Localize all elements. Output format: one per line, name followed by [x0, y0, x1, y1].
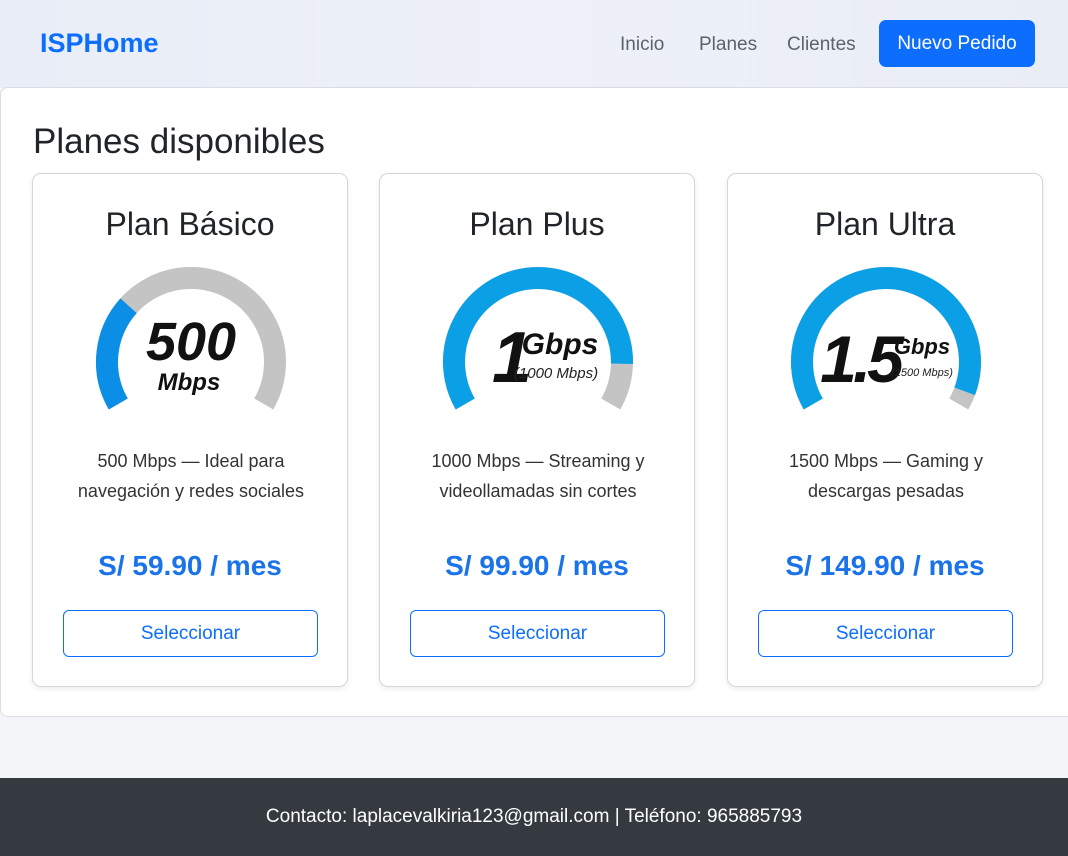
- gauge-speed-unit: Gbps: [522, 328, 599, 361]
- footer: Contacto: laplacevalkiria123@gmail.com |…: [0, 778, 1068, 856]
- gauge-speed-value: 500: [146, 312, 236, 372]
- gauge-speed-subtext: (1000 Mbps): [514, 365, 598, 382]
- plan-title: Plan Ultra: [814, 206, 956, 242]
- select-plan-button[interactable]: Seleccionar: [758, 610, 1013, 657]
- plan-description: 500 Mbps — Ideal para navegación y redes…: [77, 451, 305, 501]
- gauge-speed-subtext: (1500 Mbps): [891, 367, 953, 379]
- navbar: ISPHome Inicio Planes Clientes Nuevo Ped…: [0, 0, 1068, 88]
- select-plan-button[interactable]: Seleccionar: [63, 610, 318, 657]
- page-title: Planes disponibles: [33, 122, 325, 161]
- speed-gauge-icon: 1 Gbps (1000 Mbps): [443, 267, 633, 410]
- plan-title: Plan Básico: [105, 206, 275, 242]
- plan-price: S/ 99.90 / mes: [445, 550, 629, 581]
- gauge-speed-unit: Mbps: [158, 369, 221, 396]
- plan-price: S/ 149.90 / mes: [785, 550, 985, 581]
- plan-price: S/ 59.90 / mes: [98, 550, 282, 581]
- plan-title: Plan Plus: [469, 206, 605, 242]
- speed-gauge-icon: 1.5 Gbps (1500 Mbps): [791, 267, 981, 410]
- footer-contact: Contacto: laplacevalkiria123@gmail.com |…: [265, 806, 803, 827]
- gauge-speed-value: 1.5: [820, 322, 905, 396]
- select-plan-button[interactable]: Seleccionar: [410, 610, 665, 657]
- plan-description: 1000 Mbps — Streaming y videollamadas si…: [431, 451, 645, 501]
- nav-link-planes[interactable]: Planes: [699, 34, 757, 56]
- new-order-button[interactable]: Nuevo Pedido: [879, 20, 1035, 67]
- plan-description: 1500 Mbps — Gaming y descargas pesadas: [788, 451, 984, 501]
- gauge-speed-unit: Gbps: [894, 334, 950, 359]
- nav-link-clientes[interactable]: Clientes: [787, 34, 856, 56]
- plan-card-basico: Plan Básico 500 Mbps 500 Mbps — Ideal pa…: [32, 173, 348, 687]
- plan-card-plus: Plan Plus 1 Gbps (1000 Mbps) 1000 Mbps —…: [379, 173, 695, 687]
- brand-logo[interactable]: ISPHome: [40, 28, 159, 59]
- plan-card-ultra: Plan Ultra 1.5 Gbps (1500 Mbps) 1500 Mbp…: [727, 173, 1043, 687]
- speed-gauge-icon: 500 Mbps: [96, 267, 286, 410]
- nav-link-inicio[interactable]: Inicio: [620, 34, 664, 56]
- plans-section: Planes disponibles Plan Básico 500 Mbps …: [0, 87, 1068, 717]
